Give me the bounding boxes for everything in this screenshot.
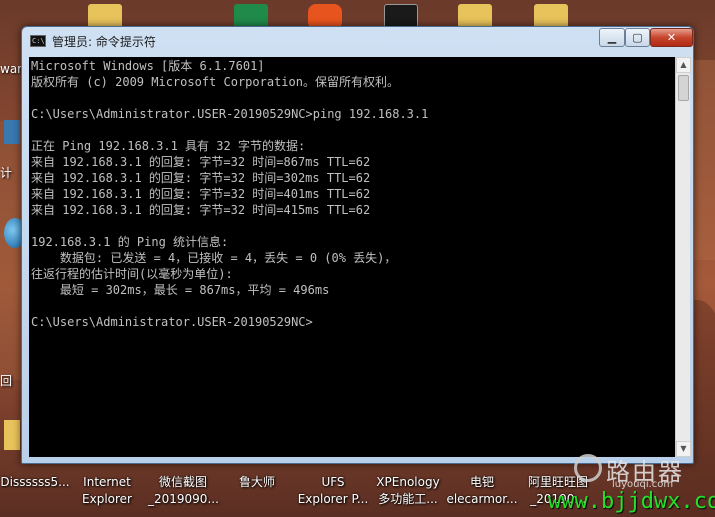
console-line: Microsoft Windows [版本 6.1.7601] <box>31 59 265 73</box>
desktop-icon-label: XPEnology <box>376 475 440 489</box>
desktop-icon-label: elecarmor... <box>446 492 518 506</box>
desktop-icon[interactable]: Internet Explorer <box>72 474 142 508</box>
close-button[interactable]: ✕ <box>650 28 693 47</box>
desktop-icon-label: 鲁大师 <box>238 475 275 489</box>
desktop-icon[interactable]: 电钯 elecarmor... <box>446 474 518 508</box>
console-line: 来自 192.168.3.1 的回复: 字节=32 时间=302ms TTL=6… <box>31 171 371 185</box>
console-line: 来自 192.168.3.1 的回复: 字节=32 时间=415ms TTL=6… <box>31 203 371 217</box>
desktop-icon[interactable]: 微信截图 _2019090... <box>148 474 219 508</box>
desktop-icon-label: Dissssss5... <box>0 475 70 489</box>
cmd-icon[interactable]: C:\ <box>30 35 46 47</box>
title-bar[interactable]: C:\ 管理员: 命令提示符 ▁ ▢ ✕ <box>22 27 693 55</box>
folder-icon[interactable] <box>4 420 20 450</box>
desktop-label-fragment: 回 <box>0 374 13 388</box>
maximize-button[interactable]: ▢ <box>625 28 650 47</box>
scrollbar-thumb[interactable] <box>678 75 689 101</box>
console-line: 往返行程的估计时间(以毫秒为单位): <box>31 267 233 281</box>
monitor-icon[interactable] <box>4 120 20 144</box>
watermark-logo-icon <box>574 454 602 482</box>
window-title: 管理员: 命令提示符 <box>52 35 156 49</box>
command-prompt-window[interactable]: C:\ 管理员: 命令提示符 ▁ ▢ ✕ Microsoft Windows [… <box>21 26 694 464</box>
desktop-icon[interactable]: 鲁大师 <box>222 474 292 491</box>
console-output[interactable]: Microsoft Windows [版本 6.1.7601] 版权所有 (c)… <box>29 57 675 457</box>
console-line: C:\Users\Administrator.USER-20190529NC>p… <box>31 107 429 121</box>
desktop-icon-label: 微信截图 <box>158 475 207 489</box>
desktop-label-fragment: 计 <box>0 166 13 180</box>
desktop-icon-label: Internet <box>83 475 131 489</box>
console-line: 版权所有 (c) 2009 Microsoft Corporation。保留所有… <box>31 75 399 89</box>
minimize-button[interactable]: ▁ <box>599 28 625 47</box>
desktop-icon-label: UFS <box>321 475 345 489</box>
desktop-icon-label: Explorer <box>82 492 132 506</box>
desktop-icon-label: 多功能工... <box>378 492 438 506</box>
desktop-icon[interactable]: Dissssss5... <box>0 474 70 491</box>
console-line: 来自 192.168.3.1 的回复: 字节=32 时间=401ms TTL=6… <box>31 187 371 201</box>
watermark-url: www.bjjdwx.com <box>548 489 715 514</box>
desktop-icon-label: 电钯 <box>469 475 494 489</box>
console-line: 最短 = 302ms，最长 = 867ms，平均 = 496ms <box>31 283 330 297</box>
desktop-icon[interactable]: XPEnology 多功能工... <box>372 474 444 508</box>
console-prompt-line[interactable]: C:\Users\Administrator.USER-20190529NC> <box>31 314 675 330</box>
console-line: 来自 192.168.3.1 的回复: 字节=32 时间=867ms TTL=6… <box>31 155 371 169</box>
console-line: 数据包: 已发送 = 4，已接收 = 4，丢失 = 0 (0% 丢失)， <box>31 251 397 265</box>
console-line: 192.168.3.1 的 Ping 统计信息: <box>31 235 229 249</box>
desktop-icon[interactable]: UFS Explorer P... <box>296 474 370 508</box>
desktop-icon-label: _2019090... <box>148 492 219 506</box>
scroll-up-arrow-icon[interactable]: ▲ <box>676 57 691 73</box>
console-line: 正在 Ping 192.168.3.1 具有 32 字节的数据: <box>31 139 306 153</box>
desktop-icon-label: Explorer P... <box>297 492 369 506</box>
vertical-scrollbar[interactable]: ▲ ▼ <box>675 57 691 457</box>
